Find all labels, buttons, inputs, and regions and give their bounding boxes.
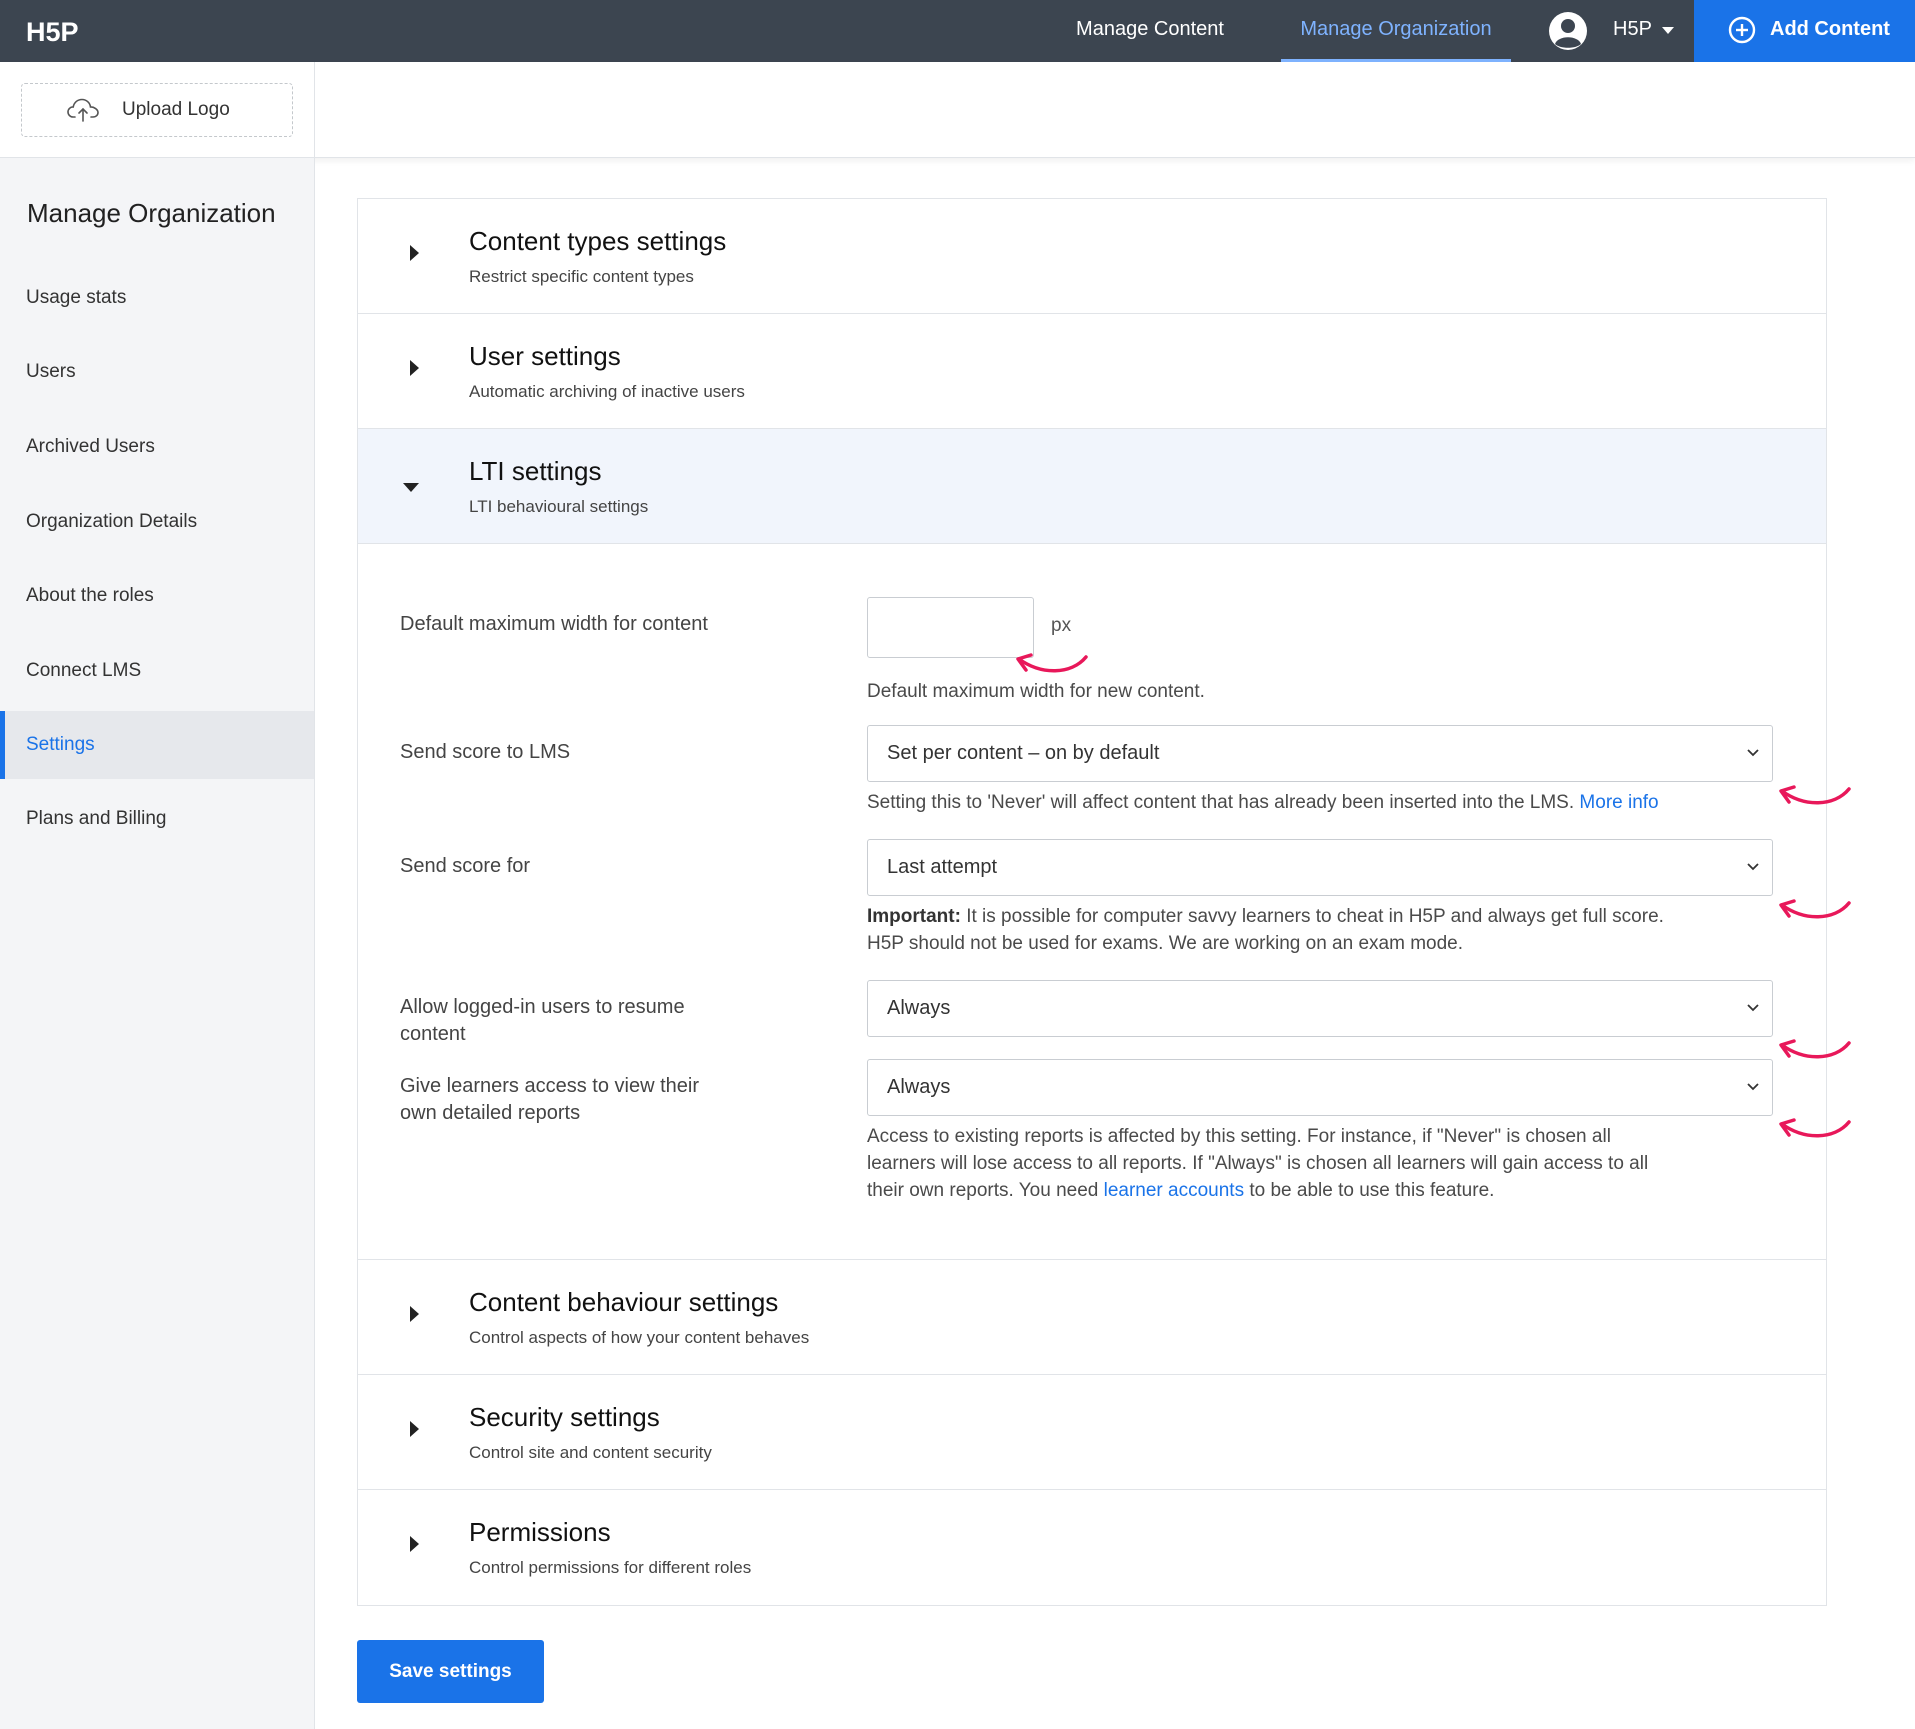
sidebar-item-connect-lms[interactable]: Connect LMS: [0, 637, 314, 705]
reports-help-line2: learners will lose access to all reports…: [867, 1153, 1649, 1174]
sidebar-item-archived-users[interactable]: Archived Users: [0, 413, 314, 481]
expand-arrow-icon: [410, 1536, 419, 1552]
send-score-for-help: Important: It is possible for computer s…: [867, 903, 1767, 957]
annotation-arrow-icon: [1779, 899, 1851, 919]
reports-label-line2: own detailed reports: [400, 1102, 581, 1124]
add-content-label: Add Content: [1770, 18, 1890, 40]
section-user-settings[interactable]: User settings Automatic archiving of ina…: [358, 314, 1826, 429]
learner-accounts-link[interactable]: learner accounts: [1104, 1180, 1244, 1201]
organization-header: Upload Logo: [0, 62, 1915, 158]
detailed-reports-label: Give learners access to view their own d…: [400, 1073, 699, 1127]
expand-arrow-icon: [410, 1306, 419, 1322]
caret-down-icon[interactable]: [1662, 27, 1674, 34]
max-width-label: Default maximum width for content: [400, 613, 708, 635]
top-navigation-bar: H5P Manage Content Manage Organization H…: [0, 0, 1915, 62]
collapse-arrow-icon: [403, 483, 419, 492]
upload-logo-button[interactable]: Upload Logo: [21, 83, 293, 137]
expand-arrow-icon: [410, 1421, 419, 1437]
section-title: Security settings: [469, 1402, 660, 1432]
chevron-down-icon: [1747, 1083, 1759, 1091]
section-title: LTI settings: [469, 456, 602, 486]
h5p-logo[interactable]: H5P: [26, 16, 82, 46]
annotation-arrow-icon: [1779, 1118, 1851, 1138]
section-title: Content types settings: [469, 226, 727, 256]
sidebar-item-organization-details[interactable]: Organization Details: [0, 488, 314, 556]
send-score-for-label: Send score for: [400, 855, 531, 877]
send-score-for-help-line1: It is possible for computer savvy learne…: [960, 906, 1664, 927]
section-lti-settings[interactable]: LTI settings LTI behavioural settings: [358, 429, 1826, 544]
chevron-down-icon: [1747, 749, 1759, 757]
reports-label-line1: Give learners access to view their: [400, 1075, 700, 1097]
reports-help-line3a: their own reports. You need: [867, 1180, 1104, 1201]
send-score-for-help-line2: H5P should not be used for exams. We are…: [867, 933, 1464, 954]
chevron-down-icon: [1747, 863, 1759, 871]
sidebar: Manage Organization Usage stats Users Ar…: [0, 158, 315, 1729]
resume-label-line1: Allow logged-in users to resume: [400, 996, 685, 1018]
annotation-arrow-icon: [1016, 653, 1088, 673]
sidebar-item-settings[interactable]: Settings: [0, 711, 314, 779]
reports-help-line3b: to be able to use this feature.: [1244, 1180, 1495, 1201]
add-content-button[interactable]: Add Content: [1694, 0, 1915, 62]
send-score-help-text: Setting this to 'Never' will affect cont…: [867, 792, 1575, 813]
important-label: Important:: [867, 906, 961, 927]
expand-arrow-icon: [410, 245, 419, 261]
section-content-types-settings[interactable]: Content types settings Restrict specific…: [358, 199, 1826, 314]
sidebar-title: Manage Organization: [27, 198, 276, 228]
section-subtitle: Control site and content security: [469, 1443, 712, 1462]
upload-logo-label: Upload Logo: [122, 99, 230, 120]
annotation-arrow-icon: [1779, 1039, 1851, 1059]
send-score-label: Send score to LMS: [400, 741, 571, 763]
px-unit-label: px: [1051, 615, 1072, 636]
nav-manage-organization[interactable]: Manage Organization: [1281, 0, 1511, 62]
resume-content-label: Allow logged-in users to resume content: [400, 994, 685, 1048]
section-title: User settings: [469, 341, 621, 371]
send-score-for-select[interactable]: Last attempt: [867, 839, 1773, 896]
resume-content-value: Always: [887, 997, 951, 1019]
user-menu-name[interactable]: H5P: [1613, 0, 1652, 58]
save-settings-button[interactable]: Save settings: [357, 1640, 544, 1703]
detailed-reports-select[interactable]: Always: [867, 1059, 1773, 1116]
lti-settings-body: Default maximum width for content px Def…: [358, 545, 1851, 1260]
svg-text:H5P: H5P: [26, 17, 79, 46]
section-content-behaviour-settings[interactable]: Content behaviour settings Control aspec…: [358, 1260, 1826, 1375]
chevron-down-icon: [1747, 1004, 1759, 1012]
user-avatar-icon[interactable]: [1548, 11, 1588, 51]
send-score-help: Setting this to 'Never' will affect cont…: [867, 789, 1767, 816]
plus-circle-icon: [1728, 16, 1756, 44]
section-security-settings[interactable]: Security settings Control site and conte…: [358, 1375, 1826, 1490]
resume-content-select[interactable]: Always: [867, 980, 1773, 1037]
section-permissions[interactable]: Permissions Control permissions for diff…: [358, 1490, 1826, 1605]
settings-panel: Content types settings Restrict specific…: [357, 198, 1851, 1606]
detailed-reports-value: Always: [887, 1076, 951, 1098]
more-info-link[interactable]: More info: [1579, 792, 1658, 813]
section-subtitle: Control permissions for different roles: [469, 1558, 752, 1577]
section-subtitle: LTI behavioural settings: [469, 497, 649, 516]
section-title: Permissions: [469, 1517, 611, 1547]
upload-logo-area: Upload Logo: [0, 62, 315, 158]
section-subtitle: Restrict specific content types: [469, 267, 694, 286]
sidebar-item-about-the-roles[interactable]: About the roles: [0, 562, 314, 630]
annotation-arrow-icon: [1779, 785, 1851, 805]
nav-manage-content[interactable]: Manage Content: [1060, 0, 1240, 62]
section-subtitle: Control aspects of how your content beha…: [469, 1328, 810, 1347]
sidebar-item-plans-and-billing[interactable]: Plans and Billing: [0, 785, 314, 853]
sidebar-item-users[interactable]: Users: [0, 338, 314, 406]
expand-arrow-icon: [410, 360, 419, 376]
detailed-reports-help: Access to existing reports is affected b…: [867, 1123, 1767, 1204]
send-score-select[interactable]: Set per content – on by default: [867, 725, 1773, 782]
section-title: Content behaviour settings: [469, 1287, 779, 1317]
resume-label-line2: content: [400, 1023, 466, 1045]
reports-help-line1: Access to existing reports is affected b…: [867, 1126, 1611, 1147]
cloud-upload-icon: [67, 98, 99, 122]
sidebar-item-usage-stats[interactable]: Usage stats: [0, 264, 314, 332]
send-score-for-value: Last attempt: [887, 856, 998, 878]
section-subtitle: Automatic archiving of inactive users: [469, 382, 745, 401]
send-score-value: Set per content – on by default: [887, 742, 1160, 764]
